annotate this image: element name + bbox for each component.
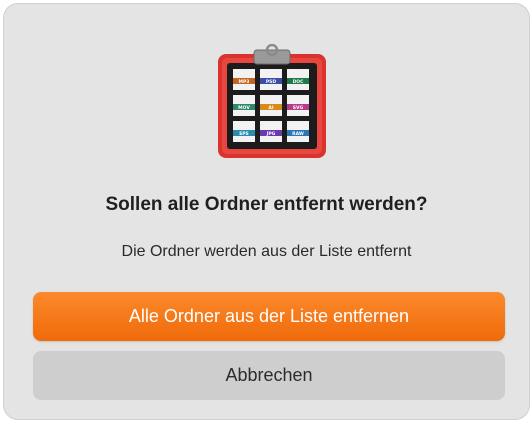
file-tile-eps: EPS	[233, 121, 255, 142]
remove-all-folders-button[interactable]: Alle Ordner aus der Liste entfernen	[33, 292, 505, 341]
dialog-title: Sollen alle Ordner entfernt werden?	[105, 194, 428, 215]
clipboard-file-types-icon: MP3 PSD DOC MOV AI SVG EPS JPG RAW	[216, 43, 328, 160]
file-tile-mov: MOV	[233, 95, 255, 116]
file-tile-raw: RAW	[287, 121, 309, 142]
svg-text:PSD: PSD	[266, 79, 277, 85]
svg-text:DOC: DOC	[293, 79, 305, 85]
svg-text:AI: AI	[268, 105, 273, 111]
cancel-button[interactable]: Abbrechen	[33, 351, 505, 400]
svg-text:SVG: SVG	[293, 105, 304, 111]
svg-text:EPS: EPS	[239, 131, 249, 137]
alert-dialog: MP3 PSD DOC MOV AI SVG EPS JPG RAW Sollen alle O…	[4, 4, 529, 419]
svg-text:JPG: JPG	[266, 131, 276, 137]
svg-text:MOV: MOV	[238, 105, 250, 111]
file-tile-mp3: MP3	[233, 69, 255, 90]
dialog-message: Die Ordner werden aus der Liste entfernt	[121, 243, 412, 260]
file-tile-svg: SVG	[287, 95, 309, 116]
svg-text:RAW: RAW	[292, 131, 304, 137]
svg-text:MP3: MP3	[239, 79, 250, 85]
file-tile-doc: DOC	[287, 69, 309, 90]
file-tile-ai: AI	[260, 95, 282, 116]
file-tile-psd: PSD	[260, 69, 282, 90]
file-tile-jpg: JPG	[260, 121, 282, 142]
